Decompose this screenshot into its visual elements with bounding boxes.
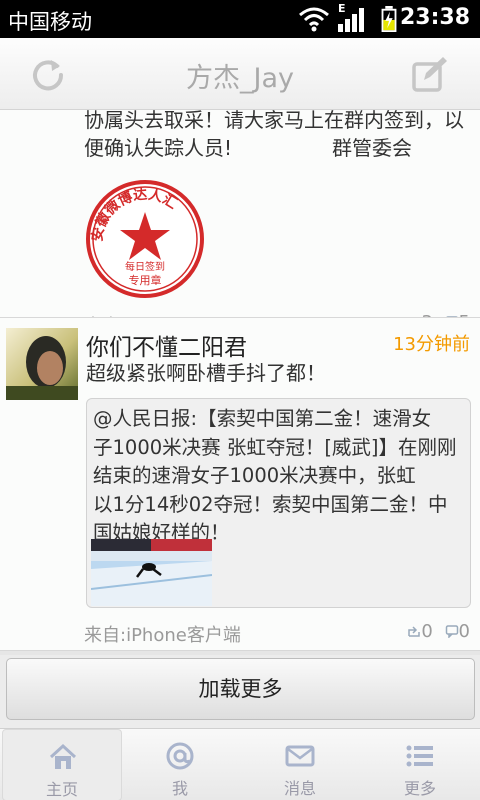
repost-count[interactable]: 0 bbox=[407, 621, 433, 642]
tab-more[interactable]: 更多 bbox=[360, 729, 480, 800]
retweet-image[interactable] bbox=[91, 539, 212, 606]
post-signature: 群管委会 bbox=[332, 136, 412, 160]
wifi-icon bbox=[299, 7, 329, 32]
mail-icon bbox=[285, 745, 315, 767]
comment-count[interactable]: 0 bbox=[445, 621, 470, 642]
tab-label: 我 bbox=[171, 779, 188, 798]
comment-count-value: 0 bbox=[458, 621, 470, 642]
stamp-sub-text: 专用章 bbox=[129, 273, 162, 287]
post-text-line: 协属头去取采！请大家马上在群内签到，以 bbox=[84, 110, 464, 132]
feed-list[interactable]: 协属头去取采！请大家马上在群内签到，以 便确认失踪人员! 群管委会 安徽微博达人… bbox=[0, 110, 480, 655]
retweet-text-line: 以1分14秒02夺冠！索契中国第二金！中 bbox=[93, 492, 448, 516]
username[interactable]: 你们不懂二阳君 bbox=[86, 328, 247, 362]
weibo-app: 中国移动 E 23:38 方杰_Jay 协属头去取采！请大家马上在群内签到，以 … bbox=[0, 0, 480, 800]
title-bar: 方杰_Jay bbox=[0, 38, 480, 110]
status-bar: 中国移动 E 23:38 bbox=[0, 0, 480, 38]
tab-home[interactable]: 主页 bbox=[2, 729, 122, 800]
compose-icon[interactable] bbox=[410, 54, 450, 94]
battery-charging-icon bbox=[381, 6, 397, 32]
clock: 23:38 bbox=[399, 5, 470, 30]
post-source: 来自:iPhone客户端 bbox=[84, 625, 241, 646]
retweet-text-line: @人民日报:【索契中国第二金！速滑女 bbox=[93, 407, 432, 430]
tab-bar: 主页 我 消息 更多 bbox=[0, 728, 480, 800]
stamp-sub-text: 每日签到 bbox=[125, 260, 165, 273]
post-text: 超级紧张啊卧槽手抖了都！ bbox=[86, 361, 326, 385]
feed-item[interactable]: 你们不懂二阳君 13分钟前 超级紧张啊卧槽手抖了都！ @人民日报:【索契中国第二… bbox=[0, 317, 480, 651]
repost-icon bbox=[408, 626, 421, 637]
retweet-text-line: 子1000米决赛 张虹夺冠！[威武]】在刚刚 bbox=[93, 435, 457, 459]
home-icon bbox=[49, 743, 77, 769]
tab-label: 主页 bbox=[45, 780, 78, 799]
tab-me[interactable]: 我 bbox=[120, 729, 240, 800]
comment-icon bbox=[445, 625, 458, 639]
post-text-span: 便确认失踪人员! bbox=[84, 136, 233, 160]
network-type-label: E bbox=[338, 2, 346, 15]
load-more-button[interactable]: 加载更多 bbox=[6, 658, 475, 720]
stamp-image[interactable]: 安徽微博达人汇 每日签到 专用章 bbox=[84, 178, 206, 300]
avatar[interactable] bbox=[6, 328, 78, 400]
list-icon bbox=[406, 745, 433, 767]
post-time: 13分钟前 bbox=[393, 334, 470, 355]
repost-count-value: 0 bbox=[421, 621, 433, 642]
carrier-name: 中国移动 bbox=[8, 10, 92, 34]
tab-label: 消息 bbox=[283, 779, 316, 798]
at-icon bbox=[166, 742, 194, 770]
tab-messages[interactable]: 消息 bbox=[240, 729, 360, 800]
retweet-text-line: 结束的速滑女子1000米决赛中，张虹 bbox=[93, 464, 416, 487]
page-title: 方杰_Jay bbox=[186, 63, 294, 94]
post-counts: 0 0 bbox=[401, 621, 470, 642]
post-text-line: 便确认失踪人员! 群管委会 bbox=[84, 134, 464, 162]
retweet-box[interactable]: @人民日报:【索契中国第二金！速滑女 子1000米决赛 张虹夺冠！[威武]】在刚… bbox=[86, 398, 471, 608]
retweet-text: @人民日报:【索契中国第二金！速滑女 子1000米决赛 张虹夺冠！[威武]】在刚… bbox=[93, 405, 465, 548]
tab-label: 更多 bbox=[403, 779, 436, 798]
